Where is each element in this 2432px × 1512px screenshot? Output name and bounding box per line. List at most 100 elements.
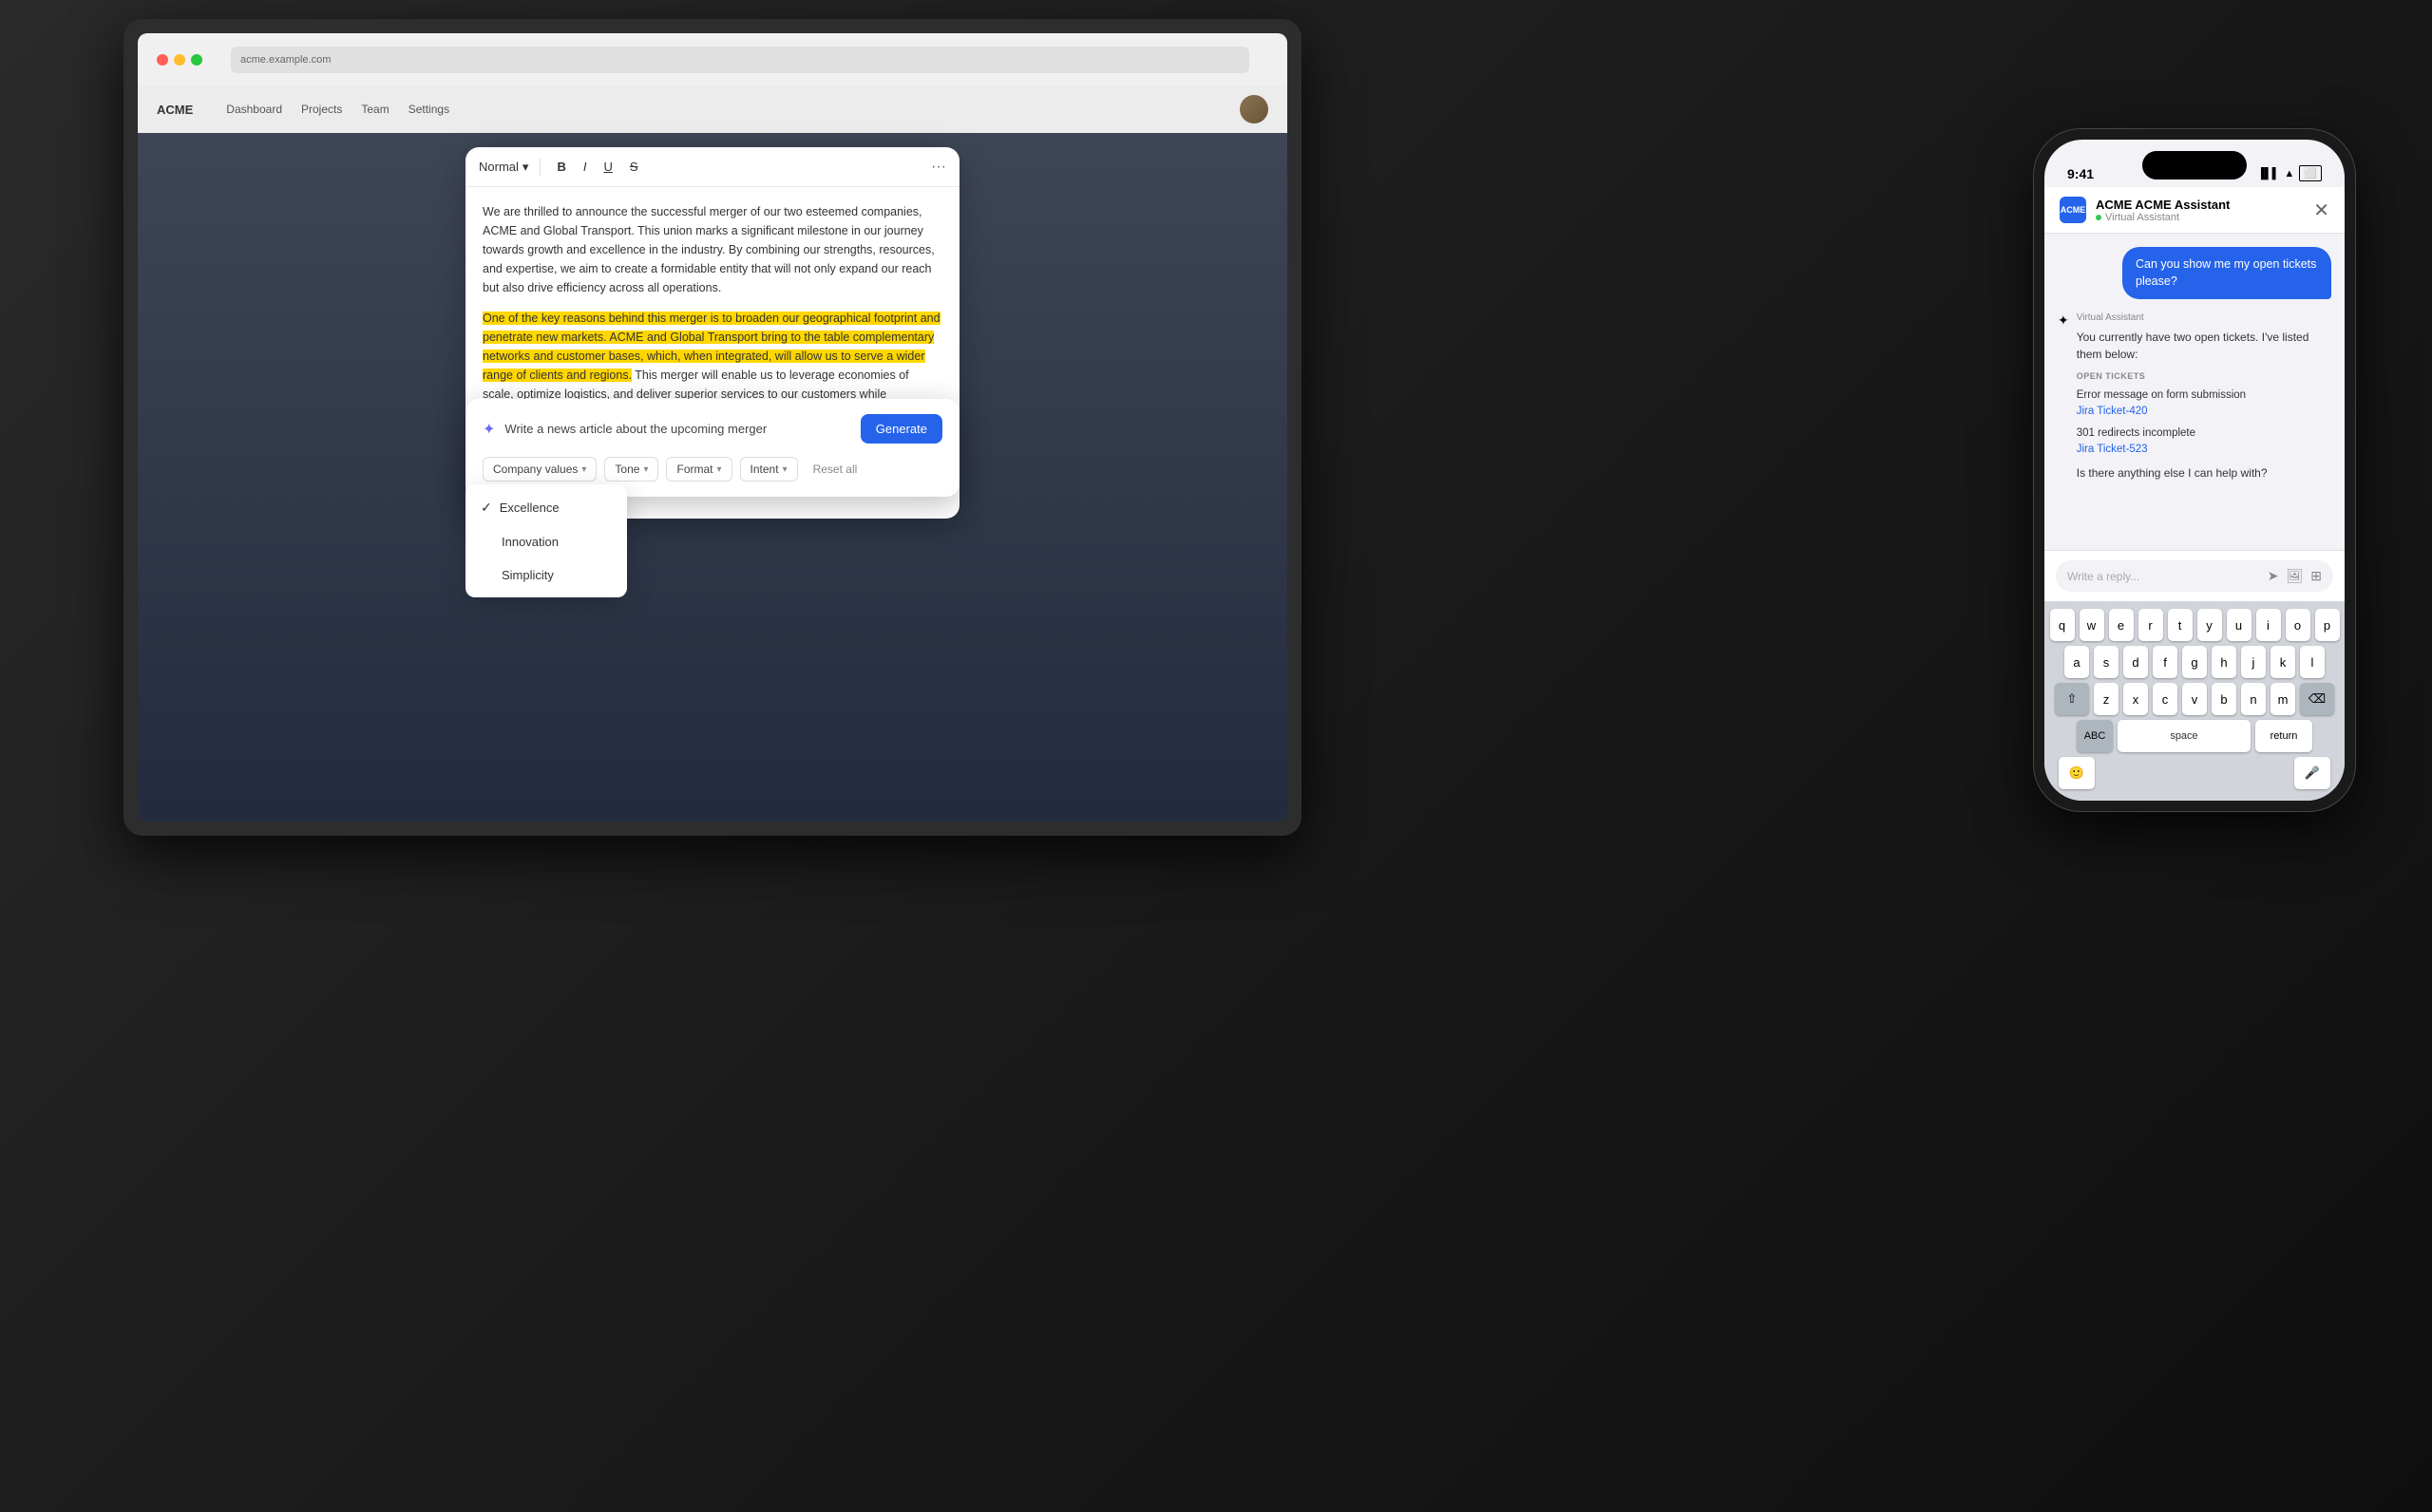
- prompt-text[interactable]: Write a news article about the upcoming …: [504, 422, 850, 436]
- key-i[interactable]: i: [2256, 609, 2281, 641]
- key-v[interactable]: v: [2182, 683, 2207, 715]
- filter-row: Company values ▾ Tone ▾ Format ▾ Intent …: [483, 457, 942, 482]
- url-bar[interactable]: acme.example.com: [231, 47, 1249, 73]
- key-y[interactable]: y: [2197, 609, 2222, 641]
- strikethrough-button[interactable]: S: [625, 157, 643, 177]
- key-d[interactable]: d: [2123, 646, 2148, 678]
- ticket-1-desc: Error message on form submission: [2077, 387, 2331, 404]
- key-g[interactable]: g: [2182, 646, 2207, 678]
- key-h[interactable]: h: [2212, 646, 2236, 678]
- more-options-button[interactable]: ···: [931, 159, 946, 176]
- format-chevron: ▾: [522, 160, 529, 175]
- nav-tab-dashboard[interactable]: Dashboard: [226, 103, 282, 116]
- key-f[interactable]: f: [2153, 646, 2177, 678]
- ticket-1-link[interactable]: Jira Ticket-420: [2077, 404, 2331, 420]
- key-shift[interactable]: ⇧: [2055, 683, 2089, 715]
- key-return[interactable]: return: [2255, 720, 2312, 752]
- key-t[interactable]: t: [2168, 609, 2193, 641]
- intent-filter[interactable]: Intent ▾: [740, 457, 798, 482]
- nav-tab-settings[interactable]: Settings: [408, 103, 449, 116]
- tickets-label: OPEN TICKETS: [2077, 370, 2331, 384]
- key-u[interactable]: u: [2227, 609, 2252, 641]
- send-icon[interactable]: ➤: [2268, 568, 2279, 584]
- user-avatar[interactable]: [1240, 95, 1268, 123]
- traffic-light-yellow[interactable]: [174, 54, 185, 66]
- key-l[interactable]: l: [2300, 646, 2325, 678]
- key-m[interactable]: m: [2270, 683, 2295, 715]
- dynamic-island: [2142, 151, 2247, 180]
- chat-input-area: Write a reply... ➤ 🖼 ⊞: [2044, 550, 2345, 601]
- chat-subtitle: Virtual Assistant: [2096, 212, 2304, 223]
- reset-all-button[interactable]: Reset all: [806, 458, 865, 481]
- acme-logo-text: ACME: [2061, 205, 2086, 215]
- format-filter[interactable]: Format ▾: [666, 457, 732, 482]
- italic-button[interactable]: I: [579, 157, 592, 177]
- ticket-2-link[interactable]: Jira Ticket-523: [2077, 442, 2331, 458]
- assistant-message-row: ✦ Virtual Assistant You currently have t…: [2058, 311, 2331, 482]
- assistant-outro: Is there anything else I can help with?: [2077, 464, 2331, 482]
- nav-tab-team[interactable]: Team: [361, 103, 389, 116]
- close-button[interactable]: ✕: [2313, 198, 2329, 222]
- acme-logo: ACME: [2060, 197, 2086, 223]
- excellence-label: Excellence: [500, 501, 560, 515]
- traffic-light-red[interactable]: [157, 54, 168, 66]
- underline-button[interactable]: U: [598, 157, 617, 177]
- key-space[interactable]: space: [2118, 720, 2251, 752]
- key-w[interactable]: w: [2080, 609, 2104, 641]
- key-k[interactable]: k: [2270, 646, 2295, 678]
- image-icon[interactable]: 🖼: [2286, 568, 2303, 584]
- company-values-label: Company values: [493, 463, 578, 476]
- key-o[interactable]: o: [2286, 609, 2310, 641]
- key-s[interactable]: s: [2094, 646, 2118, 678]
- key-backspace[interactable]: ⌫: [2300, 683, 2334, 715]
- key-z[interactable]: z: [2094, 683, 2118, 715]
- key-x[interactable]: x: [2123, 683, 2148, 715]
- key-abc[interactable]: ABC: [2077, 720, 2113, 752]
- traffic-light-green[interactable]: [191, 54, 202, 66]
- grid-icon[interactable]: ⊞: [2310, 568, 2322, 584]
- check-icon: ✓: [481, 500, 492, 516]
- chat-input-row: Write a reply... ➤ 🖼 ⊞: [2056, 560, 2333, 592]
- keyboard-row-1: q w e r t y u i o p: [2048, 609, 2341, 641]
- url-text: acme.example.com: [240, 54, 331, 66]
- key-q[interactable]: q: [2050, 609, 2075, 641]
- laptop-frame: acme.example.com ACME Dashboard Projects…: [124, 19, 1302, 836]
- chat-input-field[interactable]: Write a reply...: [2067, 570, 2260, 583]
- chat-header-info: ACME ACME Assistant Virtual Assistant: [2096, 198, 2304, 223]
- format-select[interactable]: Normal ▾: [479, 160, 528, 175]
- key-microphone[interactable]: 🎤: [2294, 757, 2330, 789]
- assistant-message-content: Virtual Assistant You currently have two…: [2077, 311, 2331, 482]
- key-j[interactable]: j: [2241, 646, 2266, 678]
- editor-paragraph-1: We are thrilled to announce the successf…: [483, 202, 942, 297]
- sparkle-icon: ✦: [483, 420, 495, 439]
- assistant-intro: You currently have two open tickets. I'v…: [2077, 329, 2331, 363]
- company-values-dropdown: ✓ Excellence Innovation Simplicity: [466, 484, 627, 597]
- dropdown-item-excellence[interactable]: ✓ Excellence: [466, 490, 627, 525]
- key-e[interactable]: e: [2109, 609, 2134, 641]
- generate-button[interactable]: Generate: [861, 414, 942, 444]
- tickets-section: OPEN TICKETS Error message on form submi…: [2077, 370, 2331, 459]
- tone-filter[interactable]: Tone ▾: [604, 457, 658, 482]
- key-n[interactable]: n: [2241, 683, 2266, 715]
- key-b[interactable]: b: [2212, 683, 2236, 715]
- keyboard: q w e r t y u i o p a s d f g: [2044, 601, 2345, 801]
- subtitle-text: Virtual Assistant: [2105, 212, 2179, 223]
- key-emoji[interactable]: 🙂: [2059, 757, 2095, 789]
- dropdown-item-innovation[interactable]: Innovation: [466, 525, 627, 558]
- format-filter-label: Format: [676, 463, 712, 476]
- chat-title-logo: ACME: [2096, 198, 2132, 212]
- laptop-top-bar: acme.example.com: [138, 33, 1287, 85]
- dropdown-item-simplicity[interactable]: Simplicity: [466, 558, 627, 592]
- ticket-item-1: Error message on form submission Jira Ti…: [2077, 387, 2331, 421]
- keyboard-row-4: ABC space return: [2048, 720, 2341, 752]
- bold-button[interactable]: B: [552, 157, 570, 177]
- key-r[interactable]: r: [2138, 609, 2163, 641]
- chat-messages: Can you show me my open tickets please? …: [2044, 234, 2345, 550]
- key-p[interactable]: p: [2315, 609, 2340, 641]
- company-values-filter[interactable]: Company values ▾: [483, 457, 597, 482]
- tone-label: Tone: [615, 463, 639, 476]
- key-c[interactable]: c: [2153, 683, 2177, 715]
- keyboard-row-3: ⇧ z x c v b n m ⌫: [2048, 683, 2341, 715]
- key-a[interactable]: a: [2064, 646, 2089, 678]
- nav-tab-projects[interactable]: Projects: [301, 103, 342, 116]
